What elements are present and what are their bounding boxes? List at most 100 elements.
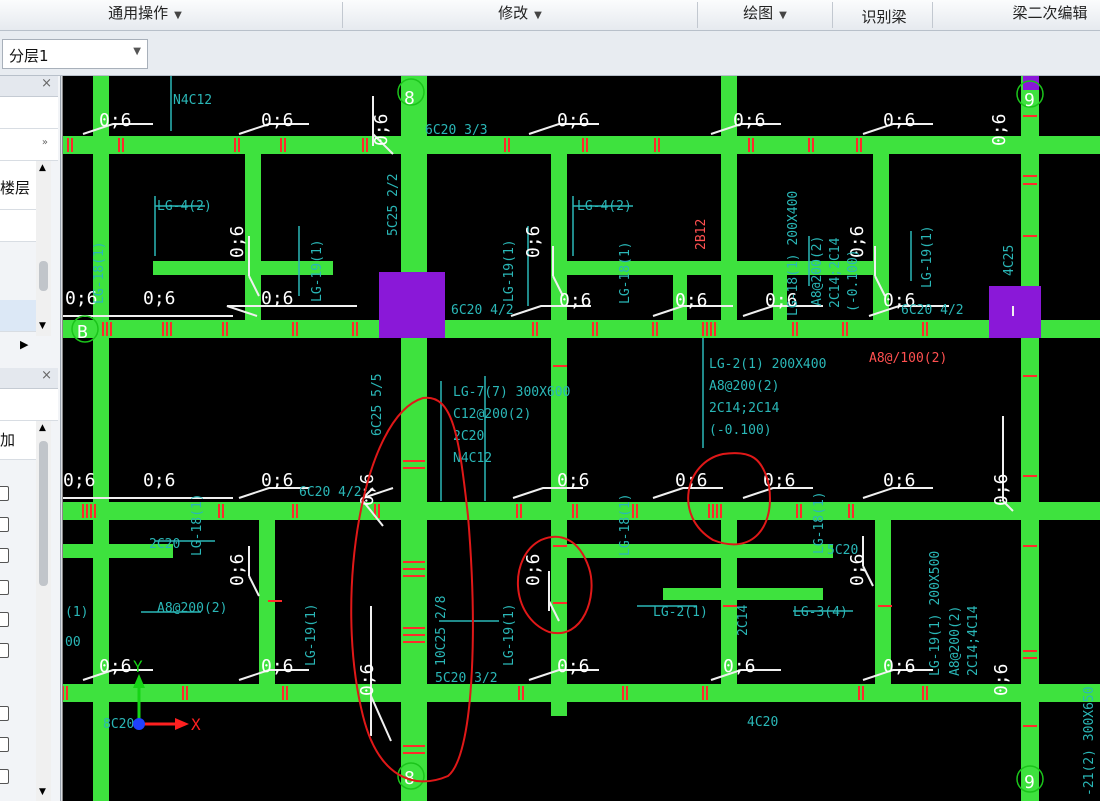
annotation: LG-4(2) [157,199,212,214]
annotation: LG-19(1) 200X500 [928,551,943,676]
annotation: LG-19(1) [502,239,517,302]
menu-identify-beam[interactable]: 识别梁 [848,4,920,34]
close-icon[interactable]: × [41,76,52,91]
annotation: LG-2(1) [653,605,708,620]
panel-row-add: 加 [0,421,36,460]
annotation: LG-19(1) [502,603,517,666]
annotation: A8@/100(2) [869,351,947,366]
layer-select-value: 分层1 [9,47,49,65]
axis-label-b: B [77,322,88,343]
menu-identify-beam-label: 识别梁 [861,8,907,26]
left-panel: × » 楼层 ▲ ▼ ▶ × 加 ▲ ▼ [0,76,61,801]
annotation: LG-2(1) 200X400 [709,357,826,372]
arrow-up-icon[interactable]: ▲ [39,423,46,433]
cad-canvas[interactable]: 8 9 B 8 9 0;6 0;6 0;6 0;6 0;6 0;6 0;6 0;… [62,76,1100,801]
menu-beam-secondary-edit[interactable]: 梁二次编辑 [1000,0,1100,30]
offset-label: 0;6 [733,110,766,131]
triangle-right-icon[interactable]: ▶ [20,338,28,351]
checkbox[interactable] [0,706,9,721]
annotation: LG-19(1) [310,239,325,302]
annotation: 2C20 [149,537,180,552]
annotation: 8C20 [103,717,134,732]
arrow-up-icon[interactable]: ▲ [39,163,46,173]
scrollbar[interactable]: ▲ ▼ [36,161,51,336]
offset-label: 0;6 [261,656,294,677]
offset-label: 0;6 [99,656,132,677]
menu-draw[interactable]: 绘图 ▼ [730,0,800,30]
menu-general-ops[interactable]: 通用操作 ▼ [90,0,200,30]
menu-bar: 通用操作 ▼ 修改 ▼ 绘图 ▼ 识别梁 梁二次编辑 [0,0,1100,31]
add-column-header: 加 [0,431,16,449]
annotation: 00 [65,635,81,650]
panel-row[interactable] [0,210,36,242]
axis-label-bottom-9: 9 [1024,772,1035,793]
menu-separator [832,2,833,28]
checkbox[interactable] [0,580,9,595]
annotation: 2B12 [694,219,709,250]
menu-beam-secondary-edit-label: 梁二次编辑 [1012,4,1088,22]
annotation: LG-7(7) 300X600 [453,385,570,400]
annotation: (1) [65,605,88,620]
annotation: (-0.100) [846,249,861,312]
checkbox[interactable] [0,737,9,752]
checkbox[interactable] [0,486,9,501]
axis-label-top-8: 8 [404,88,415,109]
arrow-down-icon[interactable]: ▼ [39,787,46,797]
menu-draw-label: 绘图 [743,4,774,22]
annotation: 5C25 2/2 [386,173,401,236]
menu-general-ops-label: 通用操作 [108,4,169,22]
offset-label: 0;6 [723,656,756,677]
menu-modify-label: 修改 [498,4,529,22]
offset-label: 0;6 [261,288,294,309]
panel-row-floor: 楼层 [0,161,36,210]
close-icon[interactable]: × [41,368,52,383]
offset-label: 0;6 [883,110,916,131]
menu-separator [932,2,933,28]
annotation: LG-18(1) [618,241,633,304]
annotation: 6C20 4/2 [451,303,514,318]
offset-label: 0;6 [557,656,590,677]
offset-label: 0;6 [557,470,590,491]
panel-row [0,389,58,421]
offset-label: 0;6 [143,288,176,309]
offset-label: 0;6 [261,110,294,131]
annotation: (-0.100) [709,423,772,438]
offset-label: 0;6 [989,113,1010,146]
arrow-down-icon[interactable]: ▼ [39,321,46,331]
beam-drawing[interactable]: 8 9 B 8 9 0;6 0;6 0;6 0;6 0;6 0;6 0;6 0;… [63,76,1100,801]
panel-header-bottom: × [0,368,58,389]
annotation: 2C14;2C14 [709,401,780,416]
double-chevron-right-icon[interactable]: » [42,137,48,148]
offset-label: 0;6 [523,225,544,258]
annotation: 4C20 [747,715,778,730]
checkbox[interactable] [0,769,9,784]
menu-modify[interactable]: 修改 ▼ [480,0,560,30]
annotation: LG-18(1) [190,493,205,556]
scrollbar-thumb[interactable] [39,261,48,291]
checkbox[interactable] [0,517,9,532]
annotation: 2C14;4C14 [966,605,981,676]
offset-label: 0;6 [371,113,392,146]
annotation: 6C25 5/5 [370,373,385,436]
panel-row-selected[interactable] [0,300,36,332]
scrollbar-thumb[interactable] [39,441,48,586]
checkbox[interactable] [0,643,9,658]
offset-label: 0;6 [675,290,708,311]
layer-select[interactable]: 分层1 ▼ [2,39,148,69]
panel-row [0,97,58,129]
panel-header-top: × [0,76,58,97]
offset-label: 0;6 [883,470,916,491]
scrollbar[interactable]: ▲ ▼ [36,421,51,801]
checkbox[interactable] [0,548,9,563]
offset-label: 0;6 [991,473,1012,506]
ucs-x-label: X [191,715,201,734]
checkbox[interactable] [0,612,9,627]
offset-label: 0;6 [143,470,176,491]
annotation: LG-19(1) [304,603,319,666]
annotation: 5C20 3/2 [435,671,498,686]
annotation: LG-18(1) [618,493,633,556]
annotation: LG-18(1) [92,241,107,304]
toolbar: 分层1 ▼ [0,31,1100,76]
ucs-y-label: Y [133,657,143,676]
offset-label: 0;6 [63,470,96,491]
